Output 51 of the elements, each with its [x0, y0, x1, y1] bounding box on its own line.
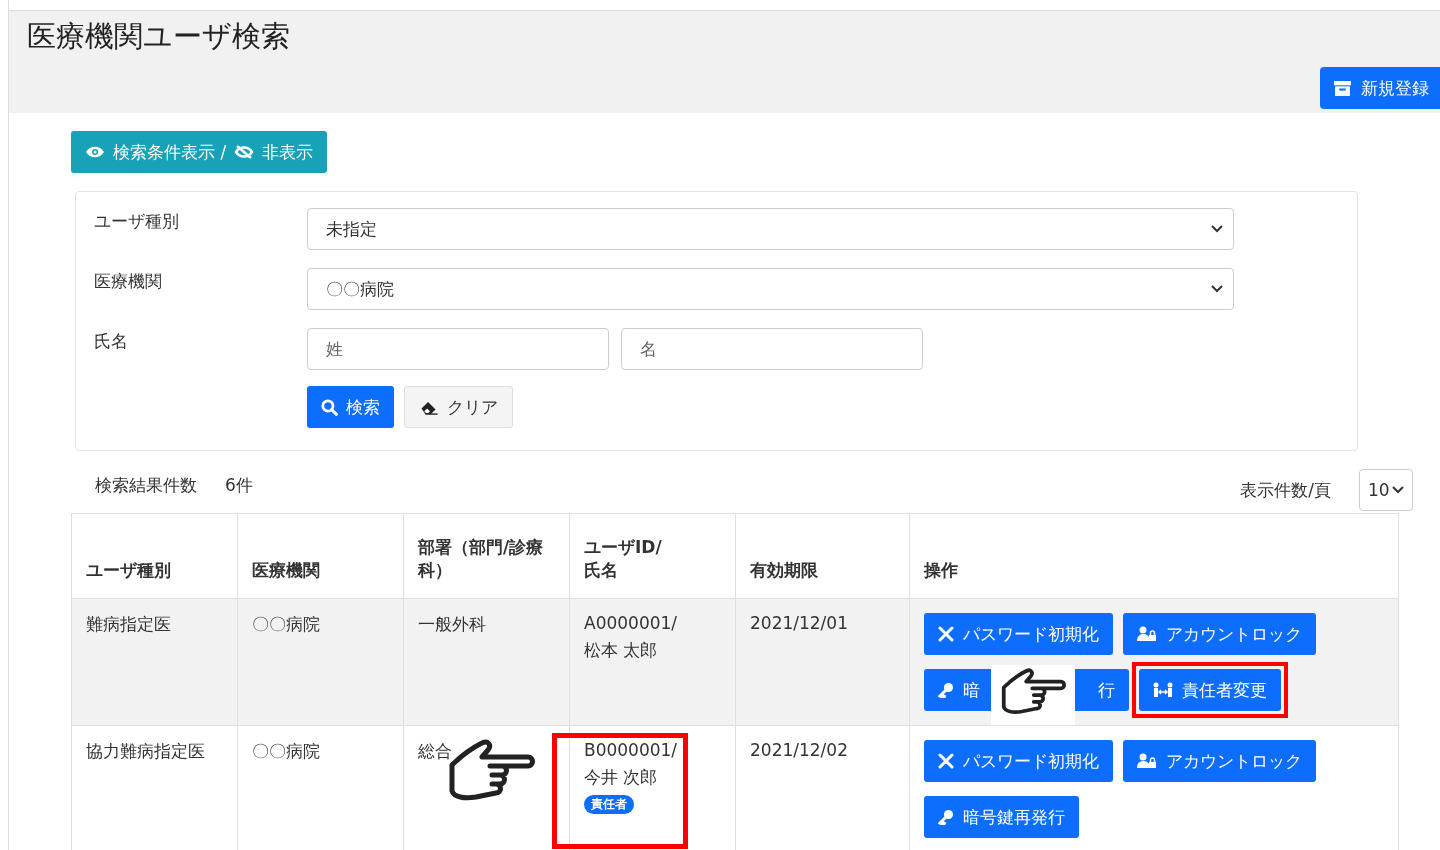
user-lock-icon: [1137, 753, 1157, 769]
key-icon: [938, 682, 954, 698]
chevron-down-icon: [1211, 285, 1223, 293]
chevron-down-icon: [1392, 486, 1404, 494]
table-cell: 2021/12/01: [735, 598, 910, 726]
eye-icon: [85, 145, 105, 159]
responsible-badge: 責任者: [584, 795, 634, 814]
search-button[interactable]: 検索: [307, 386, 394, 428]
name-input[interactable]: 姓: [307, 328, 609, 370]
archive-icon: [1334, 80, 1351, 96]
account-lock-button[interactable]: アカウントロック: [1123, 613, 1316, 655]
password-reset-button[interactable]: パスワード初期化: [924, 613, 1113, 655]
column-header: ユーザID/ 氏名: [569, 513, 736, 599]
user-id: A0000001/: [584, 613, 678, 633]
per-page-label: 表示件数/頁: [1240, 478, 1331, 502]
column-header: 医療機関: [237, 513, 404, 599]
page-title: 医療機関ユーザ検索: [26, 18, 290, 55]
toggle-search-button[interactable]: 検索条件表示 / 非表示: [71, 131, 328, 173]
table-cell: 〇〇病院: [237, 598, 404, 726]
table-cell: 一般外科: [403, 598, 570, 726]
chevron-down-icon: [1211, 225, 1223, 233]
dropdown[interactable]: 〇〇病院: [307, 268, 1234, 310]
table-cell: 難病指定医: [71, 598, 238, 726]
result-count-label: 検索結果件数: [95, 474, 197, 497]
user-name: 松本 太郎: [584, 639, 658, 662]
field-label: 医療機関: [94, 270, 163, 293]
column-header: 部署（部門/診療科）: [403, 513, 570, 599]
user-name: 今井 次郎: [584, 766, 658, 789]
column-header: 操作: [909, 513, 1399, 599]
field-label: ユーザ種別: [94, 210, 180, 233]
per-page-dropdown[interactable]: 10: [1359, 469, 1413, 511]
account-lock-button[interactable]: アカウントロック: [1123, 740, 1316, 782]
dropdown[interactable]: 未指定: [307, 208, 1234, 250]
clear-button[interactable]: クリア: [404, 386, 513, 428]
result-count: 6件: [225, 474, 253, 497]
password-reset-button[interactable]: パスワード初期化: [924, 740, 1113, 782]
field-label: 氏名: [94, 330, 129, 353]
column-header: ユーザ種別: [71, 513, 238, 599]
eraser-icon: [419, 399, 439, 415]
name-input[interactable]: 名: [621, 328, 923, 370]
key-icon: [938, 809, 954, 825]
search-icon: [321, 398, 338, 416]
user-lock-icon: [1137, 626, 1157, 642]
table-cell: 協力難病指定医: [71, 725, 238, 850]
user-id: B0000001/: [584, 740, 678, 760]
eye-slash-icon: [234, 144, 255, 160]
change-owner-button[interactable]: 責任者変更: [1139, 669, 1281, 711]
new-registration-button[interactable]: 新規登録: [1320, 67, 1440, 109]
column-header: 有効期限: [735, 513, 910, 599]
people-swap-icon: [1153, 682, 1173, 698]
reissue-key-button[interactable]: 暗号鍵再発行: [924, 796, 1079, 838]
